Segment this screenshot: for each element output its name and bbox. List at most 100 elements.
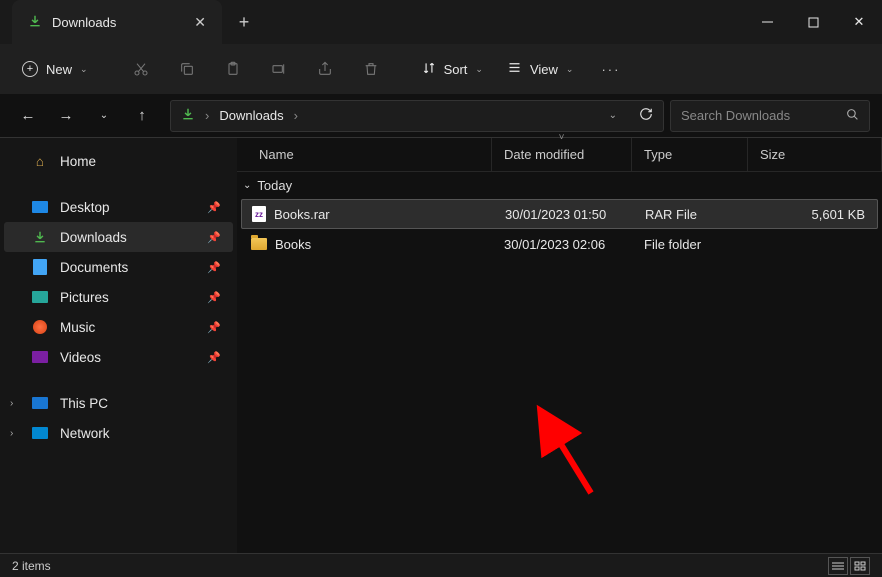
file-type: RAR File (633, 207, 749, 222)
pin-icon: 📌 (207, 321, 221, 334)
sort-button[interactable]: Sort ⌄ (412, 61, 493, 78)
address-dropdown[interactable]: ⌄ (609, 110, 617, 121)
paste-button[interactable] (212, 51, 254, 87)
sidebar-item-label: Videos (60, 350, 101, 365)
minimize-button[interactable] (744, 0, 790, 44)
sidebar-item-this-pc[interactable]: › This PC (4, 388, 233, 418)
pin-icon: 📌 (207, 351, 221, 364)
sidebar-item-videos[interactable]: Videos 📌 (4, 342, 233, 372)
file-name: Books (275, 237, 311, 252)
sidebar-item-music[interactable]: Music 📌 (4, 312, 233, 342)
file-size: 5,601 KB (749, 207, 877, 222)
tab-title: Downloads (52, 15, 116, 30)
pin-icon: 📌 (207, 201, 221, 214)
sidebar-item-pictures[interactable]: Pictures 📌 (4, 282, 233, 312)
view-label: View (530, 62, 558, 77)
column-size[interactable]: Size (748, 138, 882, 171)
navigation-bar: ← → ⌄ ↑ › Downloads › ⌄ Search Downloads (0, 94, 882, 138)
file-date: 30/01/2023 01:50 (493, 207, 633, 222)
new-label: New (46, 62, 72, 77)
chevron-down-icon: ⌄ (475, 64, 483, 75)
rar-file-icon: zz (252, 206, 266, 222)
plus-icon: + (22, 61, 38, 77)
search-placeholder: Search Downloads (681, 108, 790, 123)
breadcrumb-location[interactable]: Downloads (219, 108, 283, 123)
chevron-down-icon: ⌄ (243, 180, 251, 191)
folder-icon (251, 238, 267, 250)
annotation-arrow (535, 403, 607, 503)
pin-icon: 📌 (207, 231, 221, 244)
sidebar-item-label: Music (60, 320, 95, 335)
sidebar-item-home[interactable]: ⌂ Home (4, 146, 233, 176)
sort-icon (422, 61, 436, 78)
music-icon (32, 319, 48, 335)
sidebar-item-label: Pictures (60, 290, 109, 305)
sidebar-item-documents[interactable]: Documents 📌 (4, 252, 233, 282)
file-row[interactable]: Books 30/01/2023 02:06 File folder (237, 229, 882, 259)
column-headers: Name Date modified Type Size (237, 138, 882, 172)
downloads-icon (28, 14, 42, 31)
sidebar-item-label: Downloads (60, 230, 127, 245)
file-date: 30/01/2023 02:06 (492, 237, 632, 252)
group-label: Today (257, 178, 292, 193)
address-bar[interactable]: › Downloads › ⌄ (170, 100, 664, 132)
file-type: File folder (632, 237, 748, 252)
file-row[interactable]: zz Books.rar 30/01/2023 01:50 RAR File 5… (241, 199, 878, 229)
copy-button[interactable] (166, 51, 208, 87)
downloads-icon (181, 107, 195, 124)
pin-icon: 📌 (207, 291, 221, 304)
thumbnails-view-button[interactable] (850, 557, 870, 575)
breadcrumb-separator: › (294, 108, 298, 123)
delete-button[interactable] (350, 51, 392, 87)
maximize-button[interactable] (790, 0, 836, 44)
pictures-icon (32, 289, 48, 305)
window-tab[interactable]: Downloads ✕ (12, 0, 222, 44)
chevron-right-icon[interactable]: › (10, 428, 13, 439)
sidebar-item-label: Network (60, 426, 110, 441)
status-text: 2 items (12, 559, 51, 573)
network-icon (32, 425, 48, 441)
new-button[interactable]: + New ⌄ (10, 55, 100, 83)
up-button[interactable]: ↑ (126, 100, 158, 132)
back-button[interactable]: ← (12, 100, 44, 132)
recent-dropdown[interactable]: ⌄ (88, 100, 120, 132)
view-button[interactable]: View ⌄ (497, 60, 584, 78)
title-bar: Downloads ✕ + ✕ (0, 0, 882, 44)
column-name[interactable]: Name (237, 138, 492, 171)
pc-icon (32, 395, 48, 411)
group-header[interactable]: ⌄ Today (237, 172, 882, 199)
chevron-right-icon[interactable]: › (10, 398, 13, 409)
column-type[interactable]: Type (632, 138, 748, 171)
breadcrumb-separator: › (205, 108, 209, 123)
downloads-icon (32, 229, 48, 245)
rename-button[interactable] (258, 51, 300, 87)
pin-icon: 📌 (207, 261, 221, 274)
search-icon (846, 108, 859, 124)
close-window-button[interactable]: ✕ (836, 0, 882, 44)
sort-label: Sort (444, 62, 468, 77)
status-bar: 2 items (0, 553, 882, 577)
forward-button[interactable]: → (50, 100, 82, 132)
sidebar-item-desktop[interactable]: Desktop 📌 (4, 192, 233, 222)
search-input[interactable]: Search Downloads (670, 100, 870, 132)
sidebar-item-downloads[interactable]: Downloads 📌 (4, 222, 233, 252)
close-tab-icon[interactable]: ✕ (194, 14, 206, 31)
toolbar: + New ⌄ Sort ⌄ View ⌄ ··· (0, 44, 882, 94)
sidebar-item-network[interactable]: › Network (4, 418, 233, 448)
share-button[interactable] (304, 51, 346, 87)
desktop-icon (32, 199, 48, 215)
file-list: Name Date modified Type Size ⌄ Today zz … (237, 138, 882, 553)
chevron-down-icon: ⌄ (566, 64, 574, 75)
more-options-button[interactable]: ··· (587, 62, 634, 77)
cut-button[interactable] (120, 51, 162, 87)
details-view-button[interactable] (828, 557, 848, 575)
column-date[interactable]: Date modified (492, 138, 632, 171)
refresh-button[interactable] (639, 107, 653, 124)
home-icon: ⌂ (32, 153, 48, 169)
sidebar-item-label: This PC (60, 396, 108, 411)
sidebar-item-label: Documents (60, 260, 128, 275)
videos-icon (32, 349, 48, 365)
new-tab-button[interactable]: + (222, 12, 266, 33)
chevron-down-icon: ⌄ (80, 64, 88, 75)
view-icon (507, 60, 522, 78)
